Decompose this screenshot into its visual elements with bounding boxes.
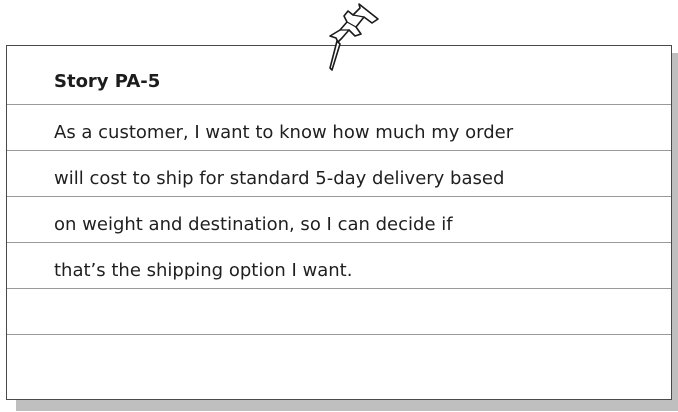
story-text-line: As a customer, I want to know how much m… — [54, 122, 514, 143]
pushpin-icon — [329, 3, 379, 71]
card-rule-line — [7, 334, 671, 335]
story-text-line: will cost to ship for standard 5-day del… — [54, 168, 505, 189]
story-text-line: on weight and destination, so I can deci… — [54, 214, 453, 235]
card-rule-line — [7, 150, 671, 151]
story-text-line: that’s the shipping option I want. — [54, 260, 353, 281]
card-rule-line — [7, 288, 671, 289]
story-title: Story PA-5 — [54, 71, 161, 92]
card-rule-line — [7, 104, 671, 105]
card-rule-line — [7, 196, 671, 197]
card-rule-line — [7, 242, 671, 243]
